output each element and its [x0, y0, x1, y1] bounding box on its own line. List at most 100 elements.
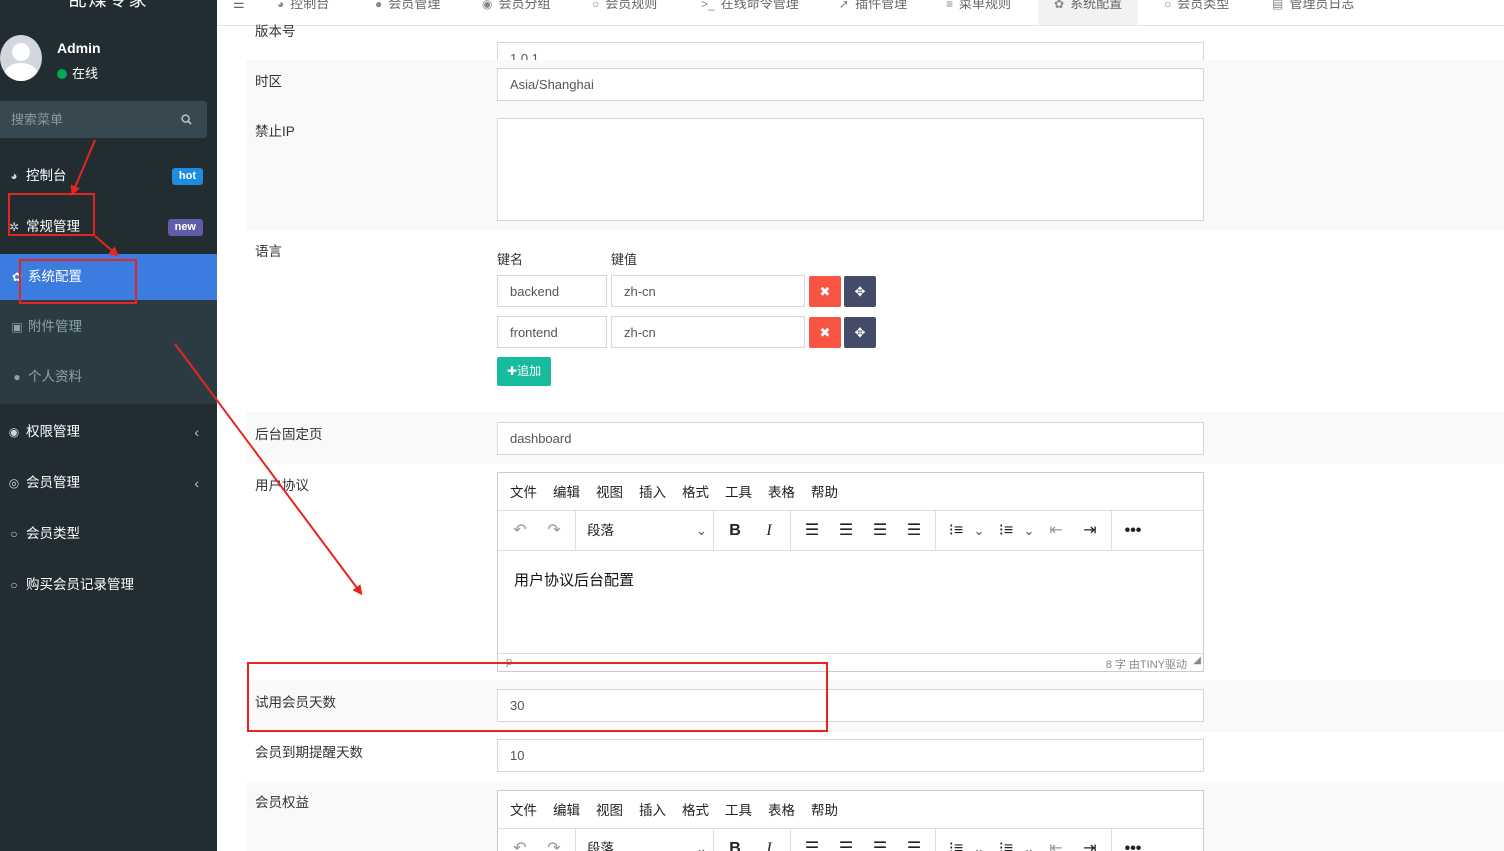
- key-header: 键名: [497, 252, 524, 267]
- italic-icon[interactable]: I: [758, 829, 780, 851]
- numbered-list-icon[interactable]: ⁝≡: [994, 511, 1018, 551]
- row-remind-days: 会员到期提醒天数: [246, 732, 1504, 782]
- language-value-input[interactable]: [611, 316, 805, 348]
- sidebar-item-attachments[interactable]: ▣ 附件管理: [0, 304, 217, 350]
- circle-icon: ○: [10, 527, 18, 541]
- menu-view[interactable]: 视图: [596, 791, 623, 831]
- search-icon[interactable]: [181, 114, 192, 125]
- chevron-left-icon: ‹: [194, 424, 199, 440]
- close-icon: ✖: [819, 325, 831, 340]
- language-label: 语言: [255, 244, 282, 259]
- menu-tools[interactable]: 工具: [725, 473, 752, 513]
- arrows-icon: ✥: [854, 284, 866, 299]
- outdent-icon[interactable]: ⇤: [1044, 511, 1068, 551]
- indent-icon[interactable]: ⇥: [1078, 511, 1102, 551]
- more-icon[interactable]: •••: [1121, 829, 1145, 851]
- bold-icon[interactable]: B: [724, 511, 746, 551]
- chevron-down-icon: ⌄: [695, 523, 707, 538]
- remind-days-input[interactable]: [497, 739, 1204, 772]
- language-key-input[interactable]: [497, 316, 607, 348]
- menu-toggle-icon[interactable]: ☰: [233, 0, 245, 25]
- redo-icon[interactable]: ↷: [542, 829, 566, 851]
- sidebar-search: [0, 101, 207, 138]
- align-center-icon[interactable]: ☰: [834, 511, 858, 551]
- delete-row-button[interactable]: ✖: [809, 276, 841, 307]
- menu-file[interactable]: 文件: [510, 473, 537, 513]
- sidebar-item-label: 控制台: [26, 168, 67, 183]
- drag-row-button[interactable]: ✥: [844, 317, 876, 348]
- fixed-page-input[interactable]: [497, 422, 1204, 455]
- menu-tools[interactable]: 工具: [725, 791, 752, 831]
- users-icon: ◉: [8, 425, 20, 439]
- sidebar-item-members[interactable]: ◎ 会员管理 ‹: [0, 458, 217, 508]
- sidebar: 乱煤专家 Admin 在线 ◕控制台 hot ✲常规管理 new ✿系统配置: [0, 0, 217, 851]
- block-format-select[interactable]: 段落 ⌄: [587, 511, 707, 551]
- numbered-list-icon[interactable]: ⁝≡: [994, 829, 1018, 851]
- chevron-down-icon[interactable]: ⌄: [972, 829, 986, 851]
- indent-icon[interactable]: ⇥: [1078, 829, 1102, 851]
- chevron-left-icon: ‹: [194, 475, 199, 491]
- editor-toolbar: ↶ ↷ 段落 ⌄ B I ☰ ☰ ☰ ☰ ⁝≡ ⌄ ⁝≡ ⌄ ⇤ ⇥ •••: [498, 511, 1203, 551]
- search-input[interactable]: [0, 101, 170, 138]
- bullet-list-icon[interactable]: ⁝≡: [944, 829, 968, 851]
- menu-edit[interactable]: 编辑: [553, 473, 580, 513]
- chevron-down-icon[interactable]: ⌄: [972, 511, 986, 551]
- align-justify-icon[interactable]: ☰: [902, 511, 926, 551]
- more-icon[interactable]: •••: [1121, 511, 1145, 551]
- forbidden-ip-textarea[interactable]: [497, 118, 1204, 221]
- sidebar-item-label: 权限管理: [26, 424, 80, 439]
- language-key-input[interactable]: [497, 275, 607, 307]
- menu-help[interactable]: 帮助: [811, 473, 838, 513]
- timezone-input[interactable]: [497, 68, 1204, 101]
- row-benefits: 会员权益 文件 编辑 视图 插入 格式 工具 表格 帮助 ↶ ↷ 段落 ⌄ B I ☰ ☰ ☰: [246, 782, 1504, 851]
- drag-row-button[interactable]: ✥: [844, 276, 876, 307]
- redo-icon[interactable]: ↷: [542, 511, 566, 551]
- undo-icon[interactable]: ↶: [508, 829, 532, 851]
- delete-row-button[interactable]: ✖: [809, 317, 841, 348]
- chevron-down-icon[interactable]: ⌄: [1022, 829, 1036, 851]
- brand-title: 乱煤专家: [68, 0, 149, 10]
- menu-edit[interactable]: 编辑: [553, 791, 580, 831]
- block-format-select[interactable]: 段落 ⌄: [587, 829, 707, 851]
- menu-file[interactable]: 文件: [510, 791, 537, 831]
- align-center-icon[interactable]: ☰: [834, 829, 858, 851]
- align-right-icon[interactable]: ☰: [868, 829, 892, 851]
- align-right-icon[interactable]: ☰: [868, 511, 892, 551]
- timezone-label: 时区: [255, 74, 282, 89]
- user-status: 在线: [57, 63, 98, 82]
- menu-view[interactable]: 视图: [596, 473, 623, 513]
- bold-icon[interactable]: B: [724, 829, 746, 851]
- outdent-icon[interactable]: ⇤: [1044, 829, 1068, 851]
- language-value-input[interactable]: [611, 275, 805, 307]
- align-left-icon[interactable]: ☰: [800, 511, 824, 551]
- menu-insert[interactable]: 插入: [639, 791, 666, 831]
- resize-handle-icon[interactable]: ◢: [1193, 655, 1201, 666]
- add-row-button[interactable]: ✚追加: [497, 357, 552, 386]
- agreement-editor-body[interactable]: 用户协议后台配置: [498, 551, 1203, 653]
- sidebar-item-member-types[interactable]: ○ 会员类型: [0, 509, 217, 559]
- block-format-value: 段落: [587, 523, 614, 538]
- align-justify-icon[interactable]: ☰: [902, 829, 926, 851]
- add-row-label: 追加: [517, 364, 542, 378]
- undo-icon[interactable]: ↶: [508, 511, 532, 551]
- benefits-editor: 文件 编辑 视图 插入 格式 工具 表格 帮助 ↶ ↷ 段落 ⌄ B I ☰ ☰ ☰ ☰ ⁝: [497, 790, 1204, 851]
- avatar[interactable]: [0, 35, 42, 81]
- agreement-label: 用户协议: [255, 478, 309, 493]
- menu-table[interactable]: 表格: [768, 473, 795, 513]
- menu-format[interactable]: 格式: [682, 791, 709, 831]
- chevron-down-icon[interactable]: ⌄: [1022, 511, 1036, 551]
- align-left-icon[interactable]: ☰: [800, 829, 824, 851]
- menu-insert[interactable]: 插入: [639, 473, 666, 513]
- menu-table[interactable]: 表格: [768, 791, 795, 831]
- sidebar-item-permissions[interactable]: ◉ 权限管理 ‹: [0, 407, 217, 457]
- word-count: 8 字 由TINY驱动: [1105, 659, 1187, 671]
- remind-days-label: 会员到期提醒天数: [255, 745, 363, 760]
- forbidden-ip-label: 禁止IP: [255, 124, 295, 139]
- sidebar-item-label: 附件管理: [28, 319, 82, 334]
- sidebar-item-profile[interactable]: ● 个人资料: [0, 354, 217, 400]
- menu-format[interactable]: 格式: [682, 473, 709, 513]
- sidebar-item-purchase-records[interactable]: ○ 购买会员记录管理: [0, 560, 217, 610]
- italic-icon[interactable]: I: [758, 511, 780, 551]
- bullet-list-icon[interactable]: ⁝≡: [944, 511, 968, 551]
- menu-help[interactable]: 帮助: [811, 791, 838, 831]
